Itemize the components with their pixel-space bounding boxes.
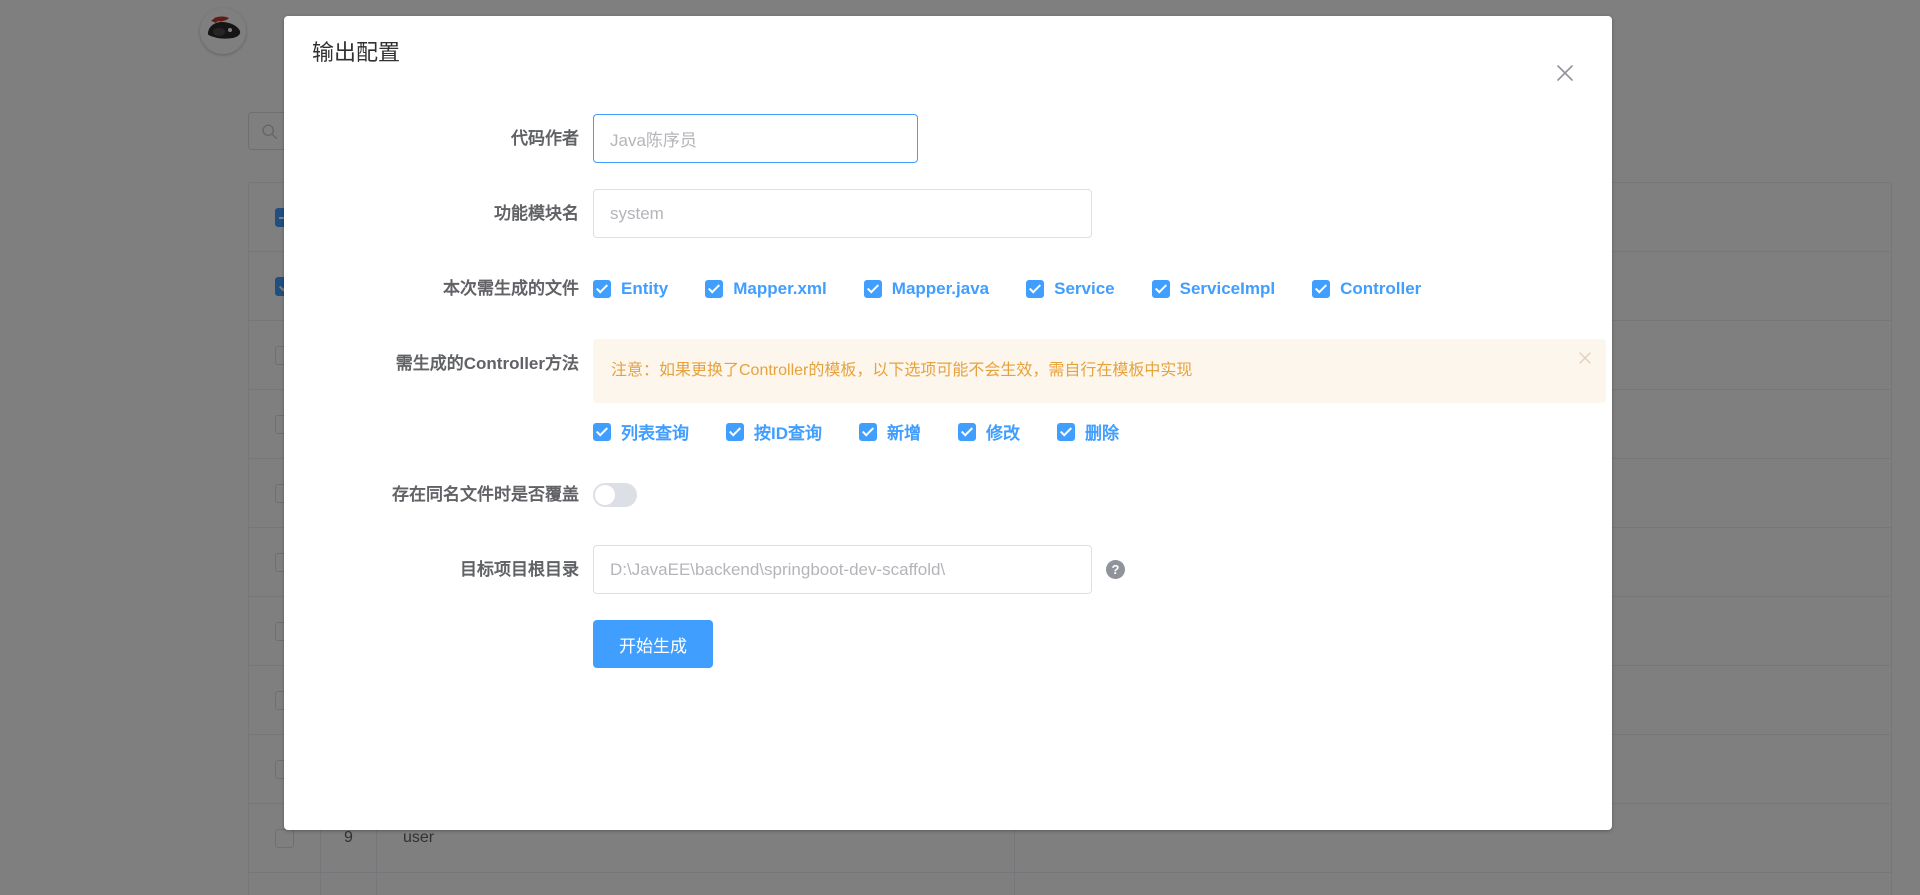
checkbox-box-icon	[863, 279, 882, 298]
control-files: Entity Mapper.xml Mapper.java Service Se…	[593, 264, 1584, 313]
warning-alert: 注意：如果更换了Controller的模板，以下选项可能不会生效，需自行在模板中…	[593, 339, 1606, 403]
form-row-files: 本次需生成的文件 Entity Mapper.xml Mapper.java S…	[312, 264, 1584, 313]
checkbox-label: Entity	[621, 278, 669, 298]
checkbox-label: 按ID查询	[754, 424, 822, 443]
checkbox-label: Mapper.java	[891, 278, 990, 298]
screen: 9 user 输出配置	[0, 0, 1920, 895]
file-checkbox-group: Entity Mapper.xml Mapper.java Service Se…	[593, 264, 1584, 313]
control-target-dir: D:\JavaEE\backend\springboot-dev-scaffol…	[593, 545, 1584, 594]
checkbox-label: 列表查询	[621, 424, 689, 443]
close-icon[interactable]	[1554, 62, 1576, 84]
form-row-controller-methods: 需生成的Controller方法 注意：如果更换了Controller的模板，以…	[312, 339, 1606, 444]
dialog-header: 输出配置	[284, 16, 1612, 92]
checkbox-service[interactable]: Service	[1026, 279, 1115, 299]
form-row-overwrite: 存在同名文件时是否覆盖	[312, 470, 1584, 519]
checkbox-mapper-java[interactable]: Mapper.java	[863, 278, 990, 299]
output-config-dialog: 输出配置 代码作者 Java陈序员 功能模块名 system 本次需生成的文件 …	[284, 16, 1612, 830]
toggle-knob	[595, 485, 615, 505]
form-row-submit: 开始生成	[312, 620, 1584, 668]
form-row-author: 代码作者 Java陈序员	[312, 114, 1584, 163]
form-row-module: 功能模块名 system	[312, 189, 1584, 238]
alert-message: 注意：如果更换了Controller的模板，以下选项可能不会生效，需自行在模板中…	[611, 362, 1193, 379]
checkbox-update[interactable]: 修改	[958, 419, 1020, 444]
checkbox-label: Controller	[1340, 278, 1422, 298]
label-module: 功能模块名	[494, 204, 579, 223]
checkbox-box-icon	[859, 422, 877, 441]
question-circle-icon[interactable]: ?	[1106, 560, 1125, 579]
module-input[interactable]: system	[593, 189, 1092, 238]
checkbox-label: Service	[1054, 278, 1115, 298]
checkbox-box-icon	[1026, 279, 1045, 298]
checkbox-box-icon	[593, 422, 611, 441]
checkbox-label: Mapper.xml	[733, 278, 827, 298]
checkbox-list-query[interactable]: 列表查询	[593, 419, 689, 444]
checkbox-entity[interactable]: Entity	[593, 279, 668, 299]
checkbox-label: 新增	[887, 424, 921, 443]
checkbox-serviceimpl[interactable]: ServiceImpl	[1151, 278, 1276, 299]
label-target-dir: 目标项目根目录	[460, 560, 579, 579]
checkbox-label: 修改	[986, 424, 1020, 443]
alert-close-icon[interactable]	[1578, 351, 1592, 365]
dialog-body: 代码作者 Java陈序员 功能模块名 system 本次需生成的文件 Entit…	[284, 92, 1612, 668]
checkbox-box-icon	[726, 422, 744, 441]
form-row-target-dir: 目标项目根目录 D:\JavaEE\backend\springboot-dev…	[312, 545, 1584, 594]
checkbox-mapper-xml[interactable]: Mapper.xml	[705, 279, 827, 299]
dialog-title: 输出配置	[312, 40, 401, 65]
start-generate-button[interactable]: 开始生成	[593, 620, 713, 668]
checkbox-box-icon	[1312, 279, 1331, 298]
checkbox-box-icon	[958, 422, 976, 441]
control-author: Java陈序员	[593, 114, 1584, 163]
checkbox-box-icon	[1151, 279, 1170, 298]
overwrite-toggle[interactable]	[593, 483, 637, 507]
checkbox-label: 删除	[1085, 424, 1119, 443]
checkbox-label: ServiceImpl	[1179, 278, 1276, 298]
checkbox-delete[interactable]: 删除	[1057, 419, 1119, 444]
method-checkbox-group: 列表查询 按ID查询 新增 修改 删除	[593, 419, 1606, 444]
checkbox-controller[interactable]: Controller	[1312, 279, 1421, 299]
checkbox-box-icon	[705, 279, 724, 298]
control-controller-methods: 注意：如果更换了Controller的模板，以下选项可能不会生效，需自行在模板中…	[593, 339, 1606, 444]
target-dir-input[interactable]: D:\JavaEE\backend\springboot-dev-scaffol…	[593, 545, 1092, 594]
checkbox-box-icon	[1057, 422, 1075, 441]
control-module: system	[593, 189, 1584, 238]
checkbox-create[interactable]: 新增	[859, 419, 921, 444]
author-input[interactable]: Java陈序员	[593, 114, 918, 163]
label-author: 代码作者	[511, 129, 579, 148]
control-overwrite	[593, 470, 1584, 507]
label-controller-methods: 需生成的Controller方法	[395, 354, 579, 373]
checkbox-query-by-id[interactable]: 按ID查询	[726, 419, 822, 444]
checkbox-box-icon	[593, 279, 611, 298]
label-files: 本次需生成的文件	[443, 279, 579, 298]
label-overwrite: 存在同名文件时是否覆盖	[392, 485, 579, 504]
